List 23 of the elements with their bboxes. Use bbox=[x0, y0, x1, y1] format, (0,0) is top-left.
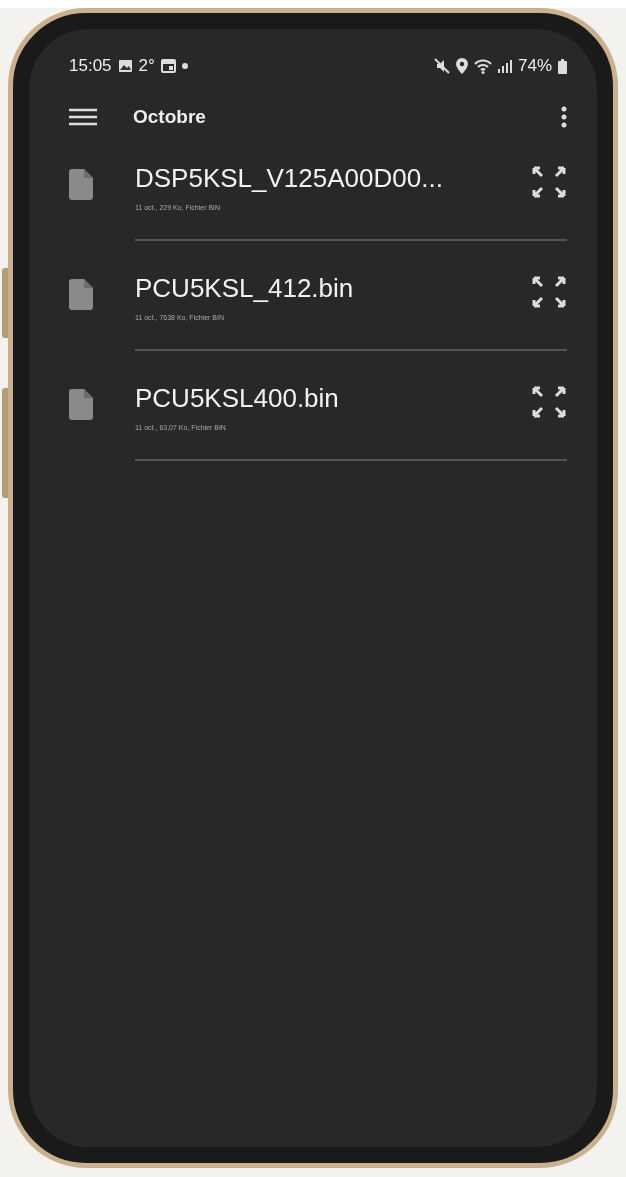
file-icon bbox=[69, 169, 93, 200]
image-icon bbox=[117, 59, 133, 73]
calendar-icon bbox=[160, 59, 176, 73]
file-name: PCU5KSL400.bin bbox=[135, 382, 340, 414]
app-bar-title: Octobre bbox=[133, 106, 207, 128]
menu-icon[interactable] bbox=[69, 108, 97, 126]
battery-percentage: 74% bbox=[517, 56, 552, 76]
status-time: 15:05 bbox=[69, 56, 112, 76]
dot-icon bbox=[181, 63, 188, 69]
mute-icon bbox=[433, 58, 450, 74]
expand-icon[interactable] bbox=[531, 165, 567, 199]
location-icon bbox=[455, 58, 468, 74]
wifi-icon bbox=[473, 58, 492, 74]
expand-icon[interactable] bbox=[531, 385, 567, 419]
battery-icon bbox=[558, 58, 567, 74]
expand-icon[interactable] bbox=[531, 275, 567, 309]
more-options-icon[interactable] bbox=[561, 106, 567, 128]
file-name: PCU5KSL_412.bin bbox=[135, 272, 355, 304]
file-name: DSP5KSL_V125A00D00... bbox=[135, 162, 444, 194]
file-icon bbox=[69, 279, 93, 310]
file-icon bbox=[69, 389, 93, 420]
signal-icon bbox=[497, 59, 512, 73]
temperature: 2° bbox=[138, 56, 155, 76]
